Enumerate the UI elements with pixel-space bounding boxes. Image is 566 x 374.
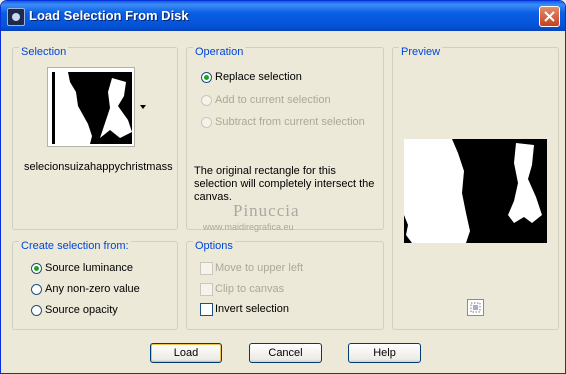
preview-image-graphic xyxy=(404,139,542,243)
close-button[interactable] xyxy=(539,6,560,27)
selection-group-label: Selection xyxy=(19,46,69,58)
subtract-selection-label[interactable]: Subtract from current selection xyxy=(215,116,365,128)
clip-to-canvas-checkbox[interactable] xyxy=(200,283,213,296)
replace-selection-label[interactable]: Replace selection xyxy=(215,71,302,83)
app-icon xyxy=(7,8,25,26)
preview-image xyxy=(404,139,547,243)
source-luminance-radio[interactable] xyxy=(31,263,42,274)
title-bar[interactable]: Load Selection From Disk xyxy=(1,1,565,31)
selection-thumbnail-image xyxy=(52,72,132,144)
source-opacity-radio[interactable] xyxy=(31,305,42,316)
selection-thumbnail[interactable] xyxy=(47,67,135,147)
zoom-preview-icon-graphic xyxy=(470,302,481,313)
load-button[interactable]: Load xyxy=(150,343,222,363)
invert-selection-checkbox[interactable] xyxy=(200,303,213,316)
add-to-selection-label[interactable]: Add to current selection xyxy=(215,94,331,106)
options-group-label: Options xyxy=(193,240,235,252)
watermark-name: Pinuccia xyxy=(233,201,300,220)
any-non-zero-label[interactable]: Any non-zero value xyxy=(45,283,140,295)
cancel-button[interactable]: Cancel xyxy=(249,343,322,363)
add-to-selection-radio[interactable] xyxy=(201,95,212,106)
selection-name: selecionsuizahappychristmass xyxy=(24,161,173,173)
help-button[interactable]: Help xyxy=(348,343,421,363)
window-title: Load Selection From Disk xyxy=(29,8,189,23)
move-to-upper-left-label[interactable]: Move to upper left xyxy=(215,262,303,274)
thumbnail-dropdown-arrow-icon[interactable] xyxy=(140,105,146,109)
replace-selection-radio[interactable] xyxy=(201,72,212,83)
clip-to-canvas-label[interactable]: Clip to canvas xyxy=(215,283,284,295)
source-opacity-label[interactable]: Source opacity xyxy=(45,304,118,316)
operation-group-label: Operation xyxy=(193,46,246,58)
move-to-upper-left-checkbox[interactable] xyxy=(200,262,213,275)
close-icon xyxy=(544,11,555,22)
operation-description: The original rectangle for this selectio… xyxy=(194,165,375,203)
subtract-selection-radio[interactable] xyxy=(201,117,212,128)
watermark-url: www.maidiregrafica.eu xyxy=(203,222,294,232)
zoom-preview-icon[interactable] xyxy=(467,299,484,316)
source-luminance-label[interactable]: Source luminance xyxy=(45,262,133,274)
preview-group-label: Preview xyxy=(399,46,443,58)
load-selection-dialog: Load Selection From Disk Selection selec… xyxy=(0,0,566,374)
create-from-group-label: Create selection from: xyxy=(19,240,131,252)
any-non-zero-radio[interactable] xyxy=(31,284,42,295)
invert-selection-label[interactable]: Invert selection xyxy=(215,303,289,315)
